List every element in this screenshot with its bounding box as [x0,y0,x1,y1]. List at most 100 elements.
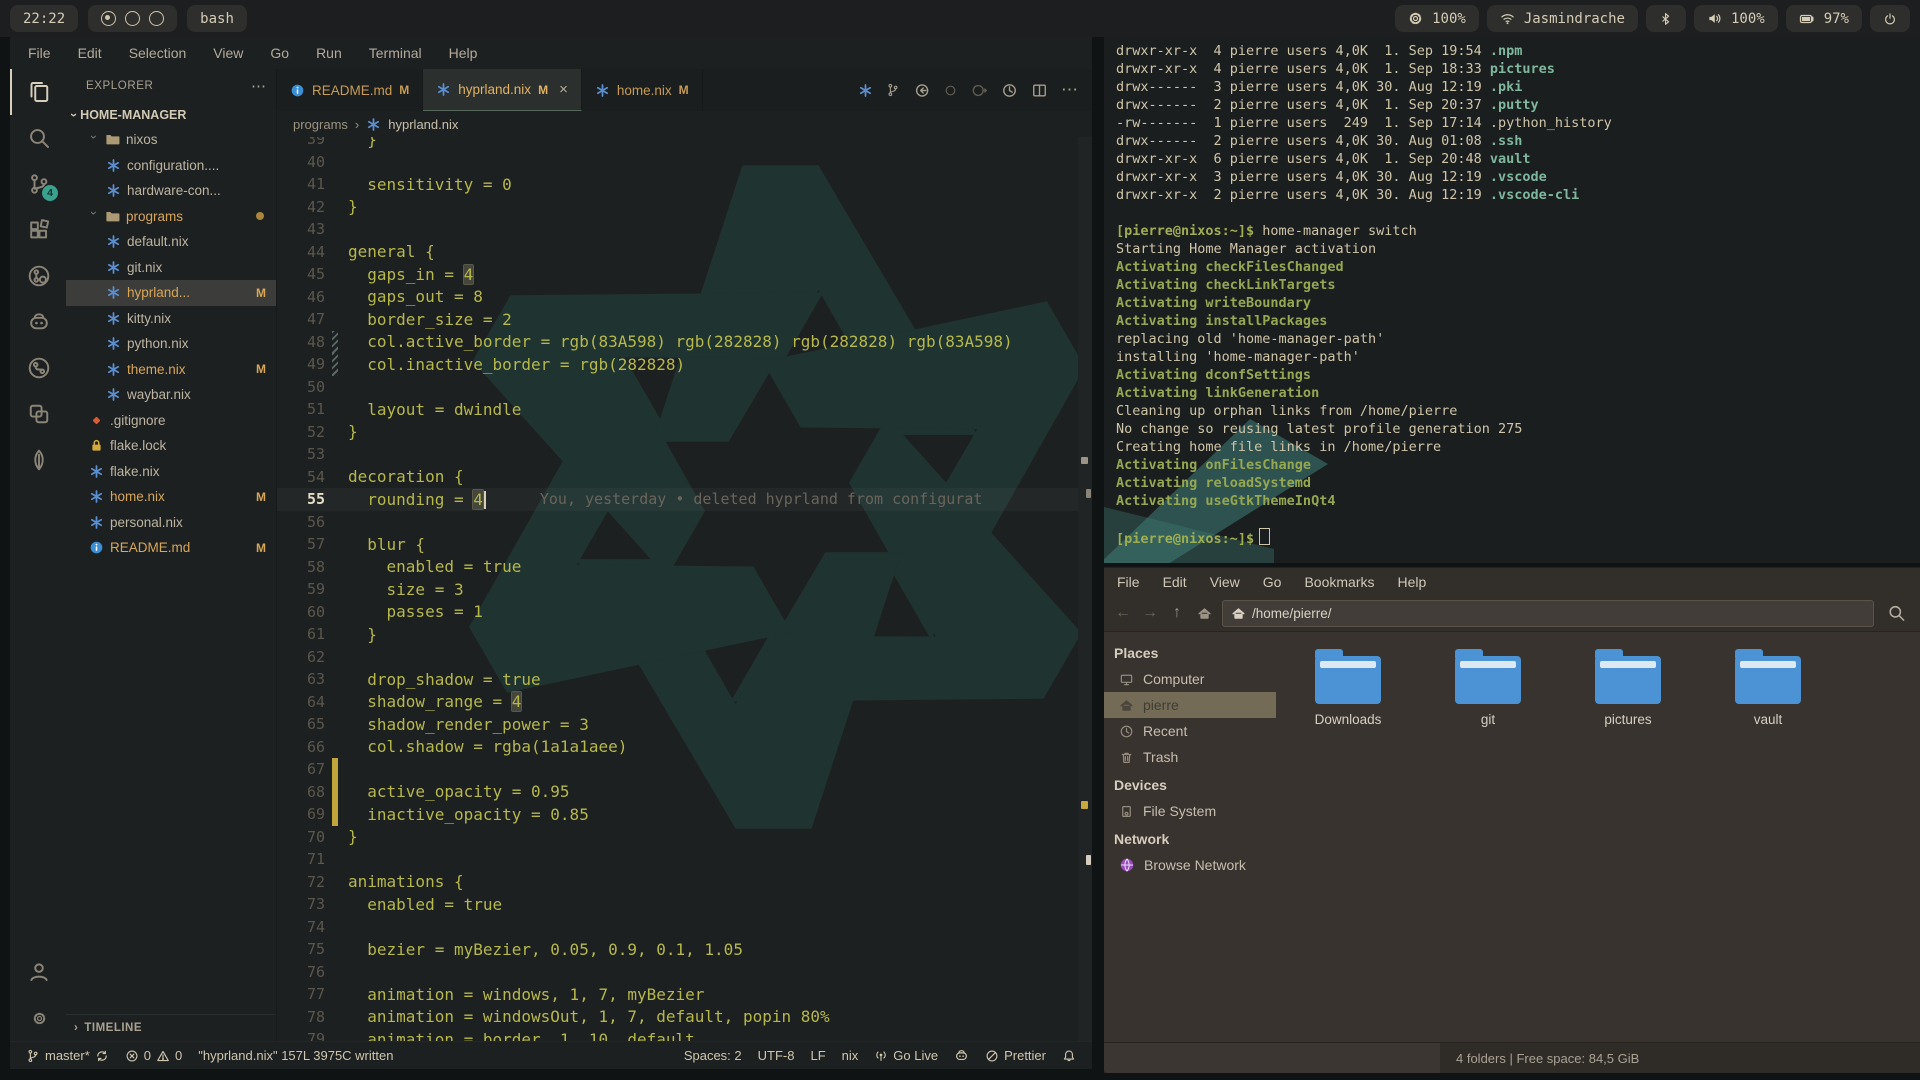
cpu-module[interactable]: 100% [1395,5,1479,32]
copilot-icon[interactable] [954,1048,969,1063]
split-editor-icon[interactable] [1031,82,1048,99]
up-button[interactable]: ↑ [1168,604,1186,622]
code-line[interactable]: 54decoration { [277,466,1092,489]
file-tree-item[interactable]: kitty.nix [66,306,276,332]
file-tree-item[interactable]: flake.nix [66,459,276,485]
activity-copilot-icon[interactable] [10,299,66,345]
file-tree-item[interactable]: ›nixos [66,127,276,153]
file-tree-item[interactable]: .gitignore [66,408,276,434]
file-tree-item[interactable]: personal.nix [66,510,276,536]
timeline-section[interactable]: › TIMELINE [66,1014,276,1041]
activity-liveshare-icon[interactable] [10,391,66,437]
indent-indicator[interactable]: Spaces: 2 [684,1048,742,1063]
file-tree-item[interactable]: theme.nixM [66,357,276,383]
folder-git[interactable]: git [1440,648,1536,727]
file-tree-item[interactable]: default.nix [66,229,276,255]
code-line[interactable]: 70} [277,826,1092,849]
code-line[interactable]: 59 size = 3 [277,578,1092,601]
code-line[interactable]: 46 gaps_out = 8 [277,286,1092,309]
code-line[interactable]: 51 layout = dwindle [277,398,1092,421]
code-line[interactable]: 57 blur { [277,533,1092,556]
search-icon[interactable] [1887,601,1906,625]
code-line[interactable]: 43 [277,218,1092,241]
go-live-button[interactable]: Go Live [874,1048,938,1063]
language-indicator[interactable]: nix [842,1048,859,1063]
editor-nix-icon[interactable] [858,83,873,98]
prettier-indicator[interactable]: Prettier [985,1048,1046,1063]
run-icon[interactable] [1001,82,1018,99]
project-root[interactable]: › HOME-MANAGER [66,103,276,127]
file-tree-item[interactable]: README.mdM [66,535,276,561]
workspace-dot[interactable] [149,11,164,26]
code-line[interactable]: 49 col.inactive_border = rgb(282828) [277,353,1092,376]
code-line[interactable]: 71 [277,848,1092,871]
file-tree-item[interactable]: python.nix [66,331,276,357]
menu-terminal[interactable]: Terminal [369,45,422,61]
home-button[interactable] [1195,606,1213,621]
code-line[interactable]: 75 bezier = myBezier, 0.05, 0.9, 0.1, 1.… [277,938,1092,961]
activity-remote-icon[interactable] [10,345,66,391]
code-line[interactable]: 69 inactive_opacity = 0.85 [277,803,1092,826]
folder-pictures[interactable]: pictures [1580,648,1676,727]
bluetooth-module[interactable] [1646,5,1686,32]
battery-module[interactable]: 97% [1786,5,1862,32]
code-line[interactable]: 74 [277,916,1092,939]
tab-home.nix[interactable]: home.nixM [582,69,703,111]
code-line[interactable]: 58 enabled = true [277,556,1092,579]
code-line[interactable]: 56 [277,511,1092,534]
wifi-module[interactable]: Jasmindrache [1487,5,1638,32]
activity-source-control-icon[interactable]: 4 [10,161,66,207]
code-line[interactable]: 55 rounding = 4You, yesterday • deleted … [277,488,1092,511]
file-tree-item[interactable]: hardware-con... [66,178,276,204]
sidebar-item-computer[interactable]: Computer [1104,666,1276,692]
code-line[interactable]: 52} [277,421,1092,444]
code-line[interactable]: 50 [277,376,1092,399]
code-line[interactable]: 40 [277,151,1092,174]
activity-gitlens-icon[interactable] [10,253,66,299]
nav-dot-icon[interactable] [943,83,958,98]
code-line[interactable]: 77 animation = windows, 1, 7, myBezier [277,983,1092,1006]
code-line[interactable]: 42} [277,196,1092,219]
explorer-actions-icon[interactable]: ⋯ [251,77,268,95]
notifications-bell-icon[interactable] [1062,1049,1076,1063]
sidebar-item-recent[interactable]: Recent [1104,718,1276,744]
code-line[interactable]: 79 animation = border, 1, 10, default [277,1028,1092,1041]
code-line[interactable]: 66 col.shadow = rgba(1a1a1aee) [277,736,1092,759]
file-tree-item[interactable]: hyprland...M [66,280,276,306]
menu-run[interactable]: Run [316,45,342,61]
tab-README.md[interactable]: README.mdM [277,69,423,111]
back-button[interactable]: ← [1114,604,1132,622]
folder-vault[interactable]: vault [1720,648,1816,727]
encoding-indicator[interactable]: UTF-8 [758,1048,795,1063]
fm-menu-edit[interactable]: Edit [1163,574,1187,590]
code-line[interactable]: 41 sensitivity = 0 [277,173,1092,196]
editor-scm-icon[interactable] [886,83,900,97]
menu-help[interactable]: Help [449,45,478,61]
go-forward-icon[interactable] [971,82,988,99]
code-line[interactable]: 73 enabled = true [277,893,1092,916]
code-line[interactable]: 63 drop_shadow = true [277,668,1092,691]
activity-settings-icon[interactable] [10,995,66,1041]
sidebar-item-pierre[interactable]: pierre [1104,692,1276,718]
sidebar-item-trash[interactable]: Trash [1104,744,1276,770]
file-tree-item[interactable]: waybar.nix [66,382,276,408]
code-line[interactable]: 53 [277,443,1092,466]
code-line[interactable]: 76 [277,961,1092,984]
fm-menu-view[interactable]: View [1210,574,1240,590]
breadcrumb[interactable]: programs › hyprland.nix [277,111,1092,137]
go-back-icon[interactable] [913,82,930,99]
code-line[interactable]: 44general { [277,241,1092,264]
code-editor[interactable]: 39 }4041 sensitivity = 042}4344general {… [277,137,1092,1041]
code-line[interactable]: 64 shadow_range = 4 [277,691,1092,714]
volume-module[interactable]: 100% [1694,5,1778,32]
tab-hyprland.nix[interactable]: hyprland.nixM× [423,69,582,111]
menu-file[interactable]: File [28,45,51,61]
eol-indicator[interactable]: LF [810,1048,825,1063]
folder-downloads[interactable]: Downloads [1300,648,1396,727]
activity-search-icon[interactable] [10,115,66,161]
more-actions-icon[interactable]: ⋯ [1061,80,1078,100]
fm-menu-file[interactable]: File [1117,574,1140,590]
problems-indicator[interactable]: 0 0 [125,1048,182,1063]
code-line[interactable]: 61 } [277,623,1092,646]
file-tree-item[interactable]: git.nix [66,255,276,281]
